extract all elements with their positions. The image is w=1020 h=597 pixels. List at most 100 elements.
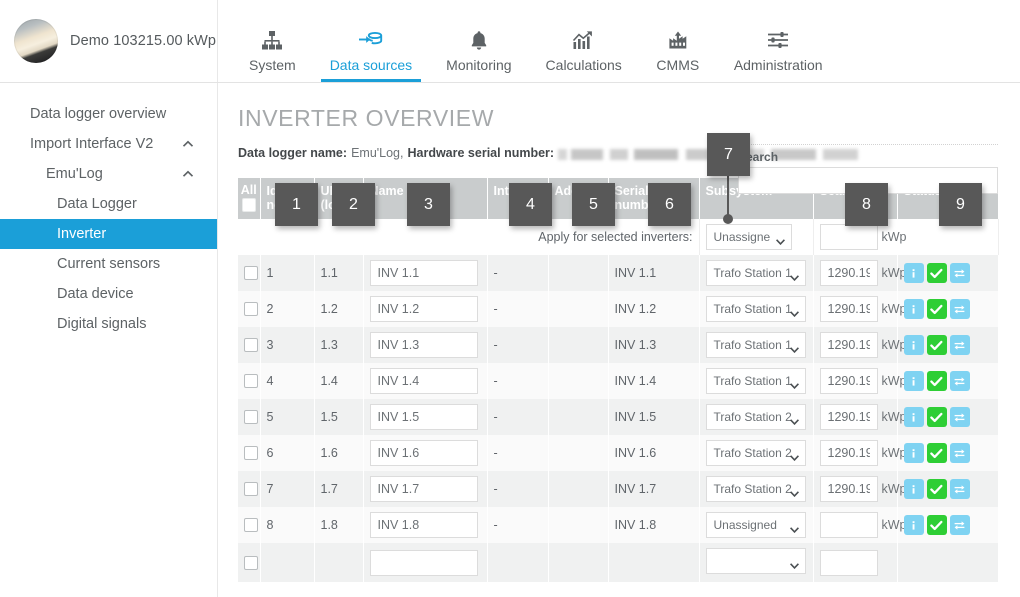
name-input[interactable] bbox=[370, 550, 478, 576]
exchange-icon[interactable] bbox=[950, 335, 970, 355]
sidebar-item-digital-signals[interactable]: Digital signals bbox=[0, 309, 217, 339]
nav-item-system[interactable]: System bbox=[232, 25, 313, 82]
subsystem-select[interactable]: Trafo Station 2 bbox=[706, 476, 806, 502]
cell-interface: - bbox=[487, 363, 548, 399]
check-icon[interactable] bbox=[927, 371, 947, 391]
row-select-checkbox[interactable] bbox=[244, 302, 258, 316]
scale-factor-input[interactable] bbox=[820, 368, 878, 394]
check-icon[interactable] bbox=[927, 479, 947, 499]
row-select-checkbox[interactable] bbox=[244, 556, 258, 570]
check-icon[interactable] bbox=[927, 299, 947, 319]
check-icon[interactable] bbox=[927, 407, 947, 427]
row-select-checkbox[interactable] bbox=[244, 446, 258, 460]
check-icon[interactable] bbox=[927, 515, 947, 535]
scale-factor-input[interactable] bbox=[820, 260, 878, 286]
cell-serial-number: INV 1.1 bbox=[608, 255, 699, 291]
name-input[interactable] bbox=[370, 512, 478, 538]
row-select-checkbox[interactable] bbox=[244, 410, 258, 424]
row-select-checkbox[interactable] bbox=[244, 518, 258, 532]
callout-badge-9: 9 bbox=[939, 183, 982, 226]
sitemap-icon bbox=[261, 25, 283, 51]
check-icon[interactable] bbox=[927, 263, 947, 283]
sidebar-item-data-logger-overview[interactable]: Data logger overview bbox=[0, 99, 217, 129]
exchange-icon[interactable] bbox=[950, 479, 970, 499]
sidebar-item-data-logger[interactable]: Data Logger bbox=[0, 189, 217, 219]
cell-uid-local bbox=[314, 543, 363, 582]
chevron-down-icon bbox=[790, 558, 799, 564]
sidebar-item-import-interface-v2[interactable]: Import Interface V2 bbox=[0, 129, 217, 159]
name-input[interactable] bbox=[370, 296, 478, 322]
subsystem-select[interactable]: Trafo Station 1 bbox=[706, 260, 806, 286]
subsystem-select[interactable]: Trafo Station 1 bbox=[706, 296, 806, 322]
cell-status bbox=[897, 435, 998, 471]
cell-ident-no: 7 bbox=[260, 471, 314, 507]
name-input[interactable] bbox=[370, 332, 478, 358]
cell-uid-local: 1.6 bbox=[314, 435, 363, 471]
subsystem-select[interactable]: Trafo Station 1 bbox=[706, 368, 806, 394]
row-select-checkbox[interactable] bbox=[244, 374, 258, 388]
scale-factor-input[interactable] bbox=[820, 296, 878, 322]
info-icon[interactable] bbox=[904, 263, 924, 283]
exchange-icon[interactable] bbox=[950, 299, 970, 319]
nav-item-cmms[interactable]: CMMS bbox=[639, 25, 717, 82]
cell-subsystem bbox=[699, 543, 813, 582]
subsystem-select[interactable]: Unassigned bbox=[706, 512, 806, 538]
info-icon[interactable] bbox=[904, 335, 924, 355]
name-input[interactable] bbox=[370, 404, 478, 430]
chevron-up-icon[interactable] bbox=[181, 137, 195, 151]
cell-interface: - bbox=[487, 291, 548, 327]
scale-factor-input[interactable] bbox=[820, 512, 878, 538]
apply-subsystem-select[interactable]: Unassigne bbox=[706, 224, 792, 250]
info-icon[interactable] bbox=[904, 407, 924, 427]
scale-unit: kWp bbox=[882, 374, 907, 388]
scale-factor-input[interactable] bbox=[820, 404, 878, 430]
exchange-icon[interactable] bbox=[950, 371, 970, 391]
table-row: 3 1.3 - INV 1.3 Trafo Station 1 kWp bbox=[238, 327, 998, 363]
exchange-icon[interactable] bbox=[950, 515, 970, 535]
table-row: 6 1.6 - INV 1.6 Trafo Station 2 kWp bbox=[238, 435, 998, 471]
name-input[interactable] bbox=[370, 368, 478, 394]
check-icon[interactable] bbox=[927, 443, 947, 463]
name-input[interactable] bbox=[370, 260, 478, 286]
cell-status bbox=[897, 363, 998, 399]
table-row: 4 1.4 - INV 1.4 Trafo Station 1 kWp bbox=[238, 363, 998, 399]
scale-factor-input[interactable] bbox=[820, 550, 878, 576]
status-actions bbox=[904, 371, 992, 391]
nav-item-administration[interactable]: Administration bbox=[717, 25, 840, 82]
sidebar-item-current-sensors[interactable]: Current sensors bbox=[0, 249, 217, 279]
exchange-icon[interactable] bbox=[950, 263, 970, 283]
info-icon[interactable] bbox=[904, 299, 924, 319]
cell-ident-no: 1 bbox=[260, 255, 314, 291]
apply-scale-input[interactable] bbox=[820, 224, 878, 250]
chevron-up-icon[interactable] bbox=[181, 167, 195, 181]
sidebar-item-data-device[interactable]: Data device bbox=[0, 279, 217, 309]
exchange-icon[interactable] bbox=[950, 407, 970, 427]
row-select-checkbox[interactable] bbox=[244, 482, 258, 496]
row-select-checkbox[interactable] bbox=[244, 338, 258, 352]
nav-item-monitoring[interactable]: Monitoring bbox=[429, 25, 528, 82]
row-select-checkbox[interactable] bbox=[244, 266, 258, 280]
cell-interface: - bbox=[487, 435, 548, 471]
name-input[interactable] bbox=[370, 440, 478, 466]
check-icon[interactable] bbox=[927, 335, 947, 355]
subsystem-select[interactable]: Trafo Station 2 bbox=[706, 440, 806, 466]
cell-uid-local: 1.3 bbox=[314, 327, 363, 363]
info-icon[interactable] bbox=[904, 443, 924, 463]
info-icon[interactable] bbox=[904, 371, 924, 391]
info-icon[interactable] bbox=[904, 515, 924, 535]
exchange-icon[interactable] bbox=[950, 443, 970, 463]
select-all-checkbox[interactable] bbox=[242, 198, 256, 212]
sidebar-item-emulog[interactable]: Emu'Log bbox=[0, 159, 217, 189]
nav-item-calculations[interactable]: Calculations bbox=[529, 25, 639, 82]
scale-factor-input[interactable] bbox=[820, 332, 878, 358]
info-icon[interactable] bbox=[904, 479, 924, 499]
subsystem-select[interactable] bbox=[706, 548, 806, 574]
subsystem-select[interactable]: Trafo Station 2 bbox=[706, 404, 806, 430]
nav-item-data-sources[interactable]: Data sources bbox=[313, 25, 429, 82]
subsystem-select[interactable]: Trafo Station 1 bbox=[706, 332, 806, 358]
scale-factor-input[interactable] bbox=[820, 440, 878, 466]
sidebar-item-inverter[interactable]: Inverter bbox=[0, 219, 217, 249]
scale-factor-input[interactable] bbox=[820, 476, 878, 502]
name-input[interactable] bbox=[370, 476, 478, 502]
cell-subsystem: Trafo Station 1 bbox=[699, 255, 813, 291]
